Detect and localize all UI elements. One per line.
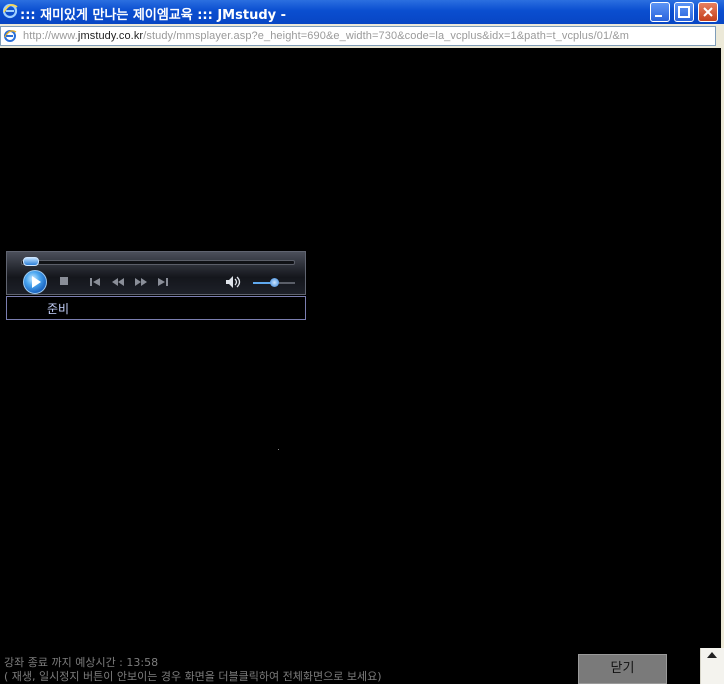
next-icon[interactable] [157, 277, 169, 287]
minimize-button[interactable] [650, 2, 670, 22]
window-title: ::: 재미있게 만나는 제이엠교육 ::: JMstudy - [20, 8, 287, 23]
close-button[interactable]: 닫기 [578, 654, 667, 684]
rewind-icon[interactable] [111, 277, 125, 287]
maximize-icon [678, 6, 690, 18]
page-content [0, 48, 724, 684]
url-path: /study/mmsplayer.asp?e_height=690&e_widt… [143, 30, 630, 42]
play-icon [32, 276, 41, 288]
volume-thumb[interactable] [270, 278, 279, 287]
seek-bar[interactable] [21, 260, 295, 265]
fast-forward-icon[interactable] [134, 277, 148, 287]
window-titlebar: ::: 재미있게 만나는 제이엠교육 ::: JMstudy - [0, 0, 724, 24]
address-bar: http://www.jmstudy.co.kr/study/mmsplayer… [0, 24, 724, 49]
url-field[interactable]: http://www.jmstudy.co.kr/study/mmsplayer… [0, 26, 716, 46]
seek-thumb[interactable] [23, 257, 39, 266]
volume-icon[interactable] [225, 275, 243, 289]
url-domain: jmstudy.co.kr [77, 30, 144, 42]
play-button[interactable] [23, 270, 47, 294]
minimize-icon [655, 15, 662, 17]
close-window-button[interactable] [698, 2, 718, 22]
player-status-box: 준비 [6, 296, 306, 320]
ie-logo-icon [2, 3, 18, 19]
close-icon [703, 7, 713, 17]
previous-icon[interactable] [89, 277, 101, 287]
maximize-button[interactable] [674, 2, 694, 22]
stray-pixel [278, 449, 279, 450]
scrollbar[interactable] [700, 648, 724, 684]
url-prefix: http://www. [23, 30, 78, 42]
ie-page-icon [4, 30, 17, 42]
url-text: http://www.jmstudy.co.kr/study/mmsplayer… [23, 30, 629, 42]
player-status: 준비 [47, 302, 70, 316]
media-player [6, 251, 306, 295]
fullscreen-hint-text: ( 재생, 일시정지 버튼이 안보이는 경우 화면을 더블클릭하여 전체화면으로… [4, 670, 382, 683]
scroll-up-arrow-icon[interactable] [707, 652, 717, 658]
stop-icon[interactable] [59, 276, 69, 286]
